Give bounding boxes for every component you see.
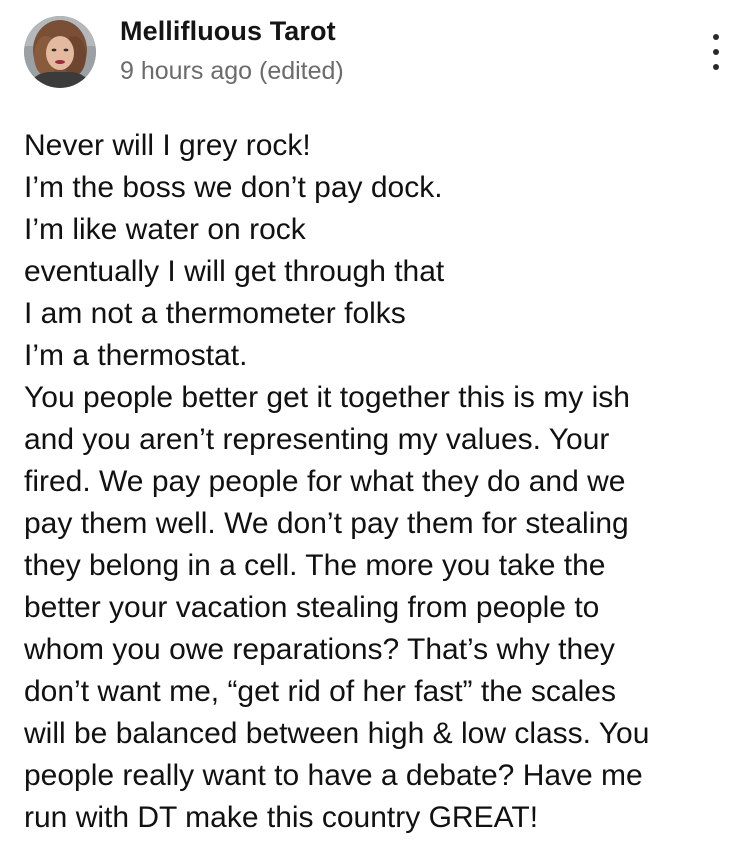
post-text-line: I am not a thermometer folks xyxy=(24,297,406,330)
more-options-button[interactable] xyxy=(700,30,732,74)
profile-photo-icon xyxy=(24,16,96,88)
post-text-line: people really want to have a debate? Hav… xyxy=(24,759,643,792)
post-text-line: will be balanced between high & low clas… xyxy=(24,717,650,750)
post-body: Never will I grey rock! I’m the boss we … xyxy=(24,125,724,839)
post-text-line: whom you owe reparations? That’s why the… xyxy=(24,633,615,666)
post-text-line: they belong in a cell. The more you take… xyxy=(24,549,606,582)
more-vertical-icon xyxy=(713,49,719,55)
post-text-line: fired. We pay people for what they do an… xyxy=(24,465,626,498)
comment-post: Mellifluous Tarot 9 hours ago (edited) N… xyxy=(0,0,750,856)
post-text-line: and you aren’t representing my values. Y… xyxy=(24,423,610,456)
post-text-line: I’m a thermostat. xyxy=(24,339,248,372)
author-name[interactable]: Mellifluous Tarot xyxy=(120,16,336,47)
post-text-line: I’m the boss we don’t pay dock. xyxy=(24,171,443,204)
avatar[interactable] xyxy=(24,16,96,88)
post-text-line: I’m like water on rock xyxy=(24,213,306,246)
post-text-line: pay them well. We don’t pay them for ste… xyxy=(24,507,629,540)
more-vertical-icon xyxy=(713,34,719,40)
post-text-line: eventually I will get through that xyxy=(24,255,445,288)
post-text-line: Never will I grey rock! xyxy=(24,129,311,162)
post-text-line: run with DT make this country GREAT! xyxy=(24,801,539,834)
post-text-line: You people better get it together this i… xyxy=(24,381,630,414)
post-timestamp: 9 hours ago (edited) xyxy=(120,57,344,85)
post-text-line: don’t want me, “get rid of her fast” the… xyxy=(24,675,616,708)
post-text-line: better your vacation stealing from peopl… xyxy=(24,591,600,624)
more-vertical-icon xyxy=(713,64,719,70)
